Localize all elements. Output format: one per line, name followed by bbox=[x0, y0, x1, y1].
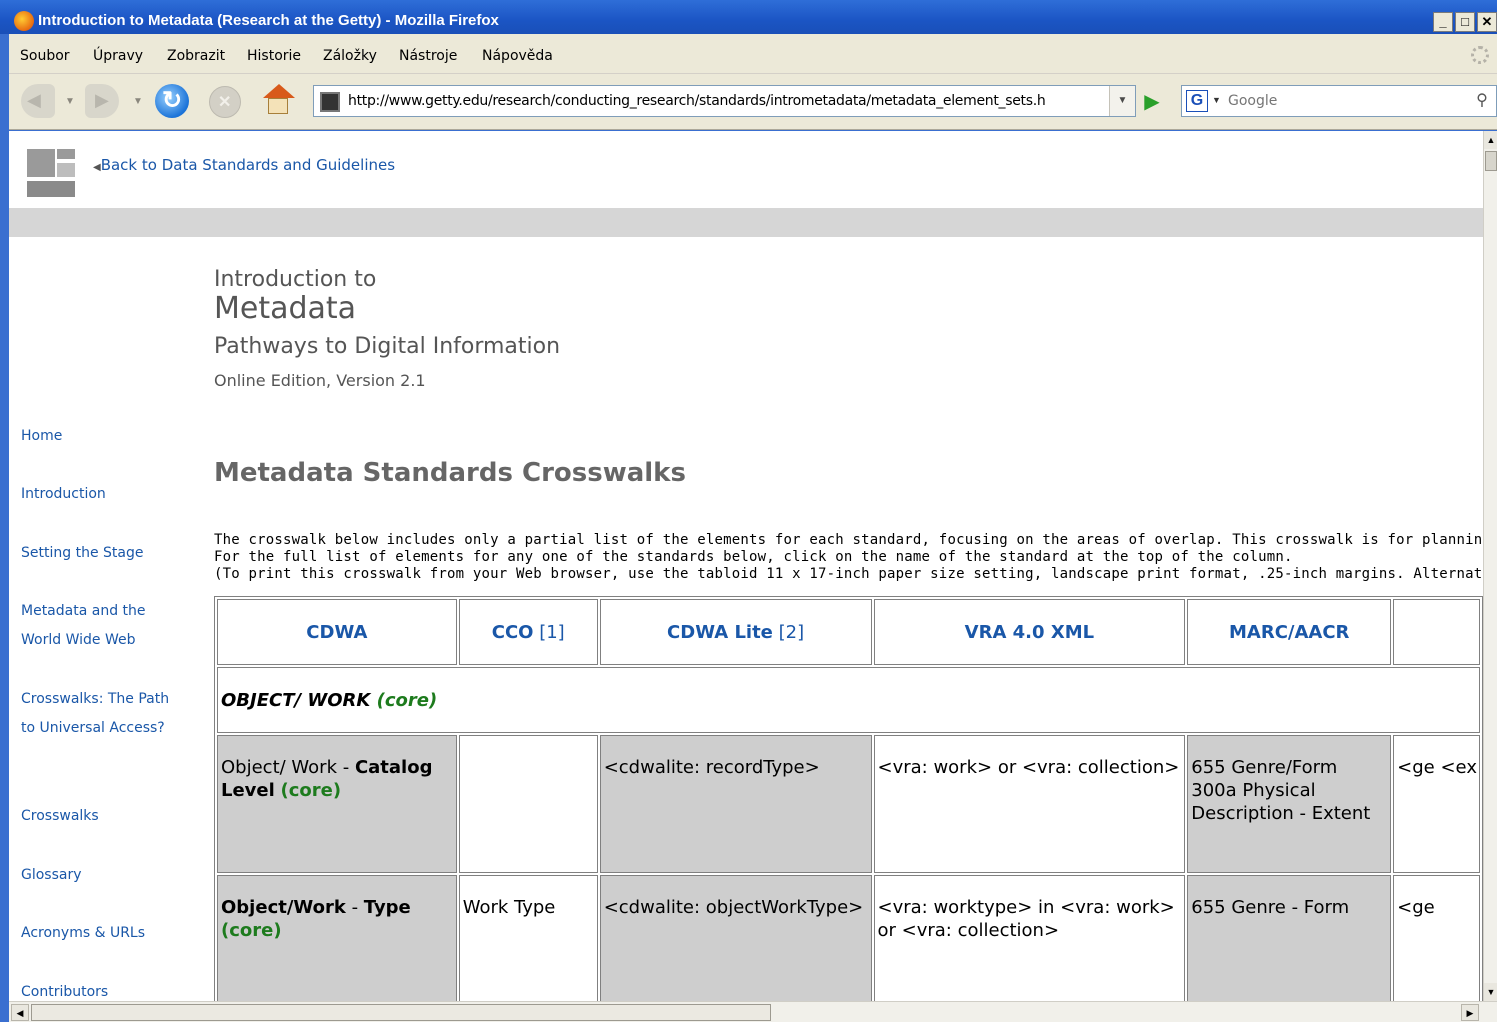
nav-crosswalks-path[interactable]: Crosswalks: The Path to Universal Access… bbox=[21, 685, 171, 743]
footnote-link[interactable]: [1] bbox=[539, 622, 565, 643]
nav-setting-the-stage[interactable]: Setting the Stage bbox=[21, 539, 181, 568]
table-cell: <ge bbox=[1393, 875, 1480, 1001]
home-button[interactable] bbox=[261, 84, 295, 118]
footnote-link[interactable]: [2] bbox=[779, 622, 805, 643]
nav-crosswalks[interactable]: Crosswalks bbox=[21, 802, 181, 831]
nav-home[interactable]: Home bbox=[21, 422, 181, 451]
header-band bbox=[9, 208, 1483, 237]
address-bar[interactable]: http://www.getty.edu/research/conducting… bbox=[313, 85, 1136, 117]
col-header-cdwa[interactable]: CDWA bbox=[217, 599, 457, 665]
menu-edit[interactable]: Úpravy bbox=[93, 48, 143, 64]
triangle-left-icon: ◀ bbox=[93, 162, 101, 173]
minimize-button[interactable]: _ bbox=[1433, 12, 1453, 32]
back-link-label: Back to Data Standards and Guidelines bbox=[100, 156, 396, 174]
nav-contributors[interactable]: Contributors bbox=[21, 978, 181, 1001]
window-title: Introduction to Metadata (Research at th… bbox=[38, 12, 499, 29]
stop-button[interactable] bbox=[209, 86, 241, 118]
table-cell: <cdwalite: recordType> bbox=[599, 735, 872, 873]
home-house-icon bbox=[268, 98, 288, 114]
nav-metadata-web[interactable]: Metadata and the World Wide Web bbox=[21, 597, 171, 655]
page-viewport: ◀Back to Data Standards and Guidelines I… bbox=[9, 131, 1483, 1001]
intro-line: For the full list of elements for any on… bbox=[214, 549, 1293, 565]
close-button[interactable]: ✕ bbox=[1477, 12, 1497, 32]
group-object-work: OBJECT/ WORK (core) bbox=[217, 667, 1480, 733]
table-header-row: CDWA CCO [1] CDWA Lite [2] VRA 4.0 XML M… bbox=[217, 599, 1480, 665]
maximize-button[interactable]: □ bbox=[1455, 12, 1475, 32]
table-cell: 655 Genre - Form bbox=[1187, 875, 1392, 1001]
intro-line: The crosswalk below includes only a part… bbox=[214, 532, 1483, 548]
nav-glossary[interactable]: Glossary bbox=[21, 861, 181, 890]
back-to-standards-link[interactable]: ◀Back to Data Standards and Guidelines bbox=[93, 156, 395, 174]
logo-block bbox=[57, 163, 75, 177]
header-edition: Online Edition, Version 2.1 bbox=[214, 371, 426, 390]
menu-view[interactable]: Zobrazit bbox=[167, 48, 225, 64]
table-cell bbox=[458, 735, 598, 873]
table-row: Object/ Work - Catalog Level (core) <cdw… bbox=[217, 735, 1480, 873]
scroll-down-button[interactable]: ▼ bbox=[1484, 983, 1497, 1001]
horizontal-scrollbar[interactable]: ◀ ▶ bbox=[9, 1001, 1497, 1022]
table-cell: 655 Genre/Form 300a Physical Description… bbox=[1187, 735, 1392, 873]
nav-introduction[interactable]: Introduction bbox=[21, 480, 181, 509]
go-button[interactable]: ▶ bbox=[1140, 90, 1164, 114]
table-cell: <ge <ex bbox=[1393, 735, 1480, 873]
crosswalk-table: CDWA CCO [1] CDWA Lite [2] VRA 4.0 XML M… bbox=[214, 596, 1483, 1001]
menu-bar: Soubor Úpravy Zobrazit Historie Záložky … bbox=[9, 34, 1497, 74]
vertical-scrollbar[interactable]: ▲ ▼ bbox=[1483, 131, 1497, 1001]
col-header-vra[interactable]: VRA 4.0 XML bbox=[873, 599, 1186, 665]
table-cell: <vra: worktype> in <vra: work> or <vra: … bbox=[873, 875, 1186, 1001]
menu-history[interactable]: Historie bbox=[247, 48, 301, 64]
intro-line: (To print this crosswalk from your Web b… bbox=[214, 566, 1483, 582]
header-line-1: Introduction to bbox=[214, 267, 377, 292]
menu-file[interactable]: Soubor bbox=[20, 48, 70, 64]
forward-button[interactable] bbox=[85, 84, 119, 118]
menu-tools[interactable]: Nástroje bbox=[399, 48, 457, 64]
search-input[interactable] bbox=[1228, 89, 1458, 113]
logo-block bbox=[27, 181, 75, 197]
col-header-cco[interactable]: CCO [1] bbox=[458, 599, 598, 665]
scroll-up-button[interactable]: ▲ bbox=[1484, 131, 1497, 149]
site-favicon-icon bbox=[320, 92, 340, 112]
back-history-dropdown-icon[interactable]: ▼ bbox=[65, 96, 75, 107]
table-cell: Work Type bbox=[458, 875, 598, 1001]
logo-block bbox=[27, 149, 55, 177]
page-title: Metadata Standards Crosswalks bbox=[214, 458, 686, 488]
forward-history-dropdown-icon[interactable]: ▼ bbox=[133, 96, 143, 107]
col-header-next bbox=[1393, 599, 1480, 665]
table-row: Object/Work - Type (core) Work Type <cdw… bbox=[217, 875, 1480, 1001]
table-cell: <vra: work> or <vra: collection> bbox=[873, 735, 1186, 873]
nav-acronyms[interactable]: Acronyms & URLs bbox=[21, 919, 181, 948]
search-bar: G ▼ ⚲ bbox=[1181, 85, 1497, 117]
google-engine-icon[interactable]: G bbox=[1186, 90, 1208, 112]
getty-logo[interactable] bbox=[27, 149, 75, 197]
col-header-cdwa-lite[interactable]: CDWA Lite [2] bbox=[599, 599, 872, 665]
header-title: Metadata bbox=[214, 291, 357, 326]
throbber-icon bbox=[1471, 46, 1489, 64]
url-text[interactable]: http://www.getty.edu/research/conducting… bbox=[348, 93, 1100, 109]
home-roof-icon bbox=[263, 84, 295, 98]
intro-text: The crosswalk below includes only a part… bbox=[214, 532, 1483, 583]
search-magnifier-icon[interactable]: ⚲ bbox=[1470, 90, 1494, 112]
header-subtitle: Pathways to Digital Information bbox=[214, 334, 561, 359]
firefox-icon bbox=[14, 11, 34, 31]
search-engine-dropdown-icon[interactable]: ▼ bbox=[1212, 95, 1221, 105]
url-history-dropdown[interactable]: ▼ bbox=[1109, 86, 1135, 116]
table-group-row: OBJECT/ WORK (core) bbox=[217, 667, 1480, 733]
horizontal-scroll-thumb[interactable] bbox=[31, 1004, 771, 1021]
col-header-marc[interactable]: MARC/AACR bbox=[1187, 599, 1392, 665]
window-titlebar: Introduction to Metadata (Research at th… bbox=[0, 0, 1497, 34]
window-controls: _ □ ✕ bbox=[1433, 12, 1497, 32]
table-cell: Object/ Work - Catalog Level (core) bbox=[217, 735, 457, 873]
logo-block bbox=[57, 149, 75, 159]
reload-button[interactable] bbox=[155, 84, 189, 118]
scroll-left-button[interactable]: ◀ bbox=[11, 1004, 29, 1021]
navigation-toolbar: ▼ ▼ http://www.getty.edu/research/conduc… bbox=[9, 74, 1497, 130]
table-cell: <cdwalite: objectWorkType> bbox=[599, 875, 872, 1001]
table-cell: Object/Work - Type (core) bbox=[217, 875, 457, 1001]
menu-help[interactable]: Nápověda bbox=[482, 48, 553, 64]
menu-bookmarks[interactable]: Záložky bbox=[323, 48, 377, 64]
scroll-right-button[interactable]: ▶ bbox=[1461, 1004, 1479, 1021]
vertical-scroll-thumb[interactable] bbox=[1485, 151, 1497, 171]
back-button[interactable] bbox=[21, 84, 55, 118]
